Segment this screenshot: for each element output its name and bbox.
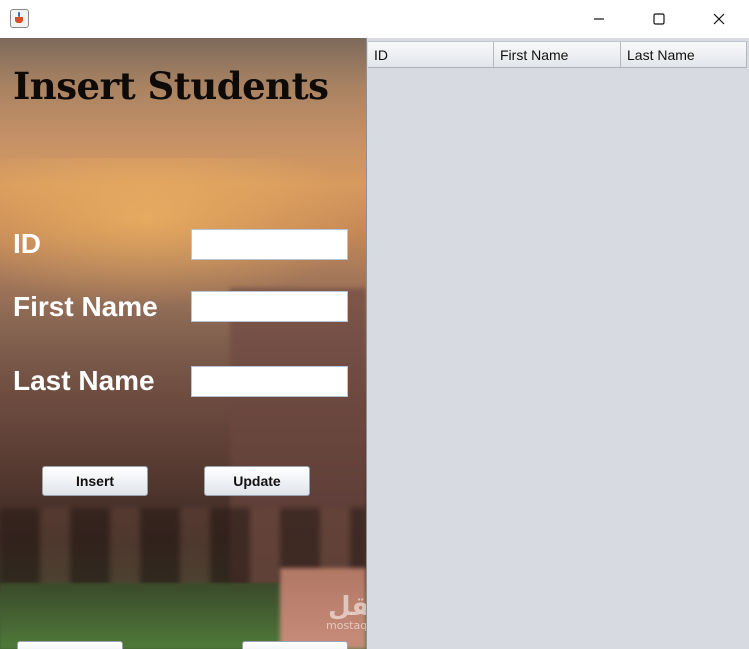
id-label: ID (13, 228, 41, 259)
page-title: Insert Students (13, 64, 329, 108)
minimize-button[interactable] (576, 0, 622, 38)
table-body[interactable] (368, 68, 747, 649)
partially-visible-button[interactable] (242, 641, 348, 649)
last-name-label: Last Name (13, 365, 155, 396)
table-header: ID First Name Last Name (368, 41, 747, 68)
update-button[interactable]: Update (204, 466, 310, 496)
students-table[interactable]: ID First Name Last Name (366, 38, 749, 649)
watermark-logo: مستقل mostaql.com (326, 592, 366, 632)
column-header-last-name[interactable]: Last Name (621, 42, 747, 67)
last-name-input[interactable] (191, 366, 348, 397)
close-icon (713, 13, 725, 25)
window-title-bar[interactable] (0, 0, 749, 39)
column-header-first-name[interactable]: First Name (494, 42, 621, 67)
form-panel: Insert Students ID First Name Last Name … (0, 38, 366, 649)
first-name-label: First Name (13, 291, 158, 322)
column-header-id[interactable]: ID (368, 42, 494, 67)
watermark-arabic-text: مستقل (328, 592, 366, 622)
maximize-icon (653, 13, 665, 25)
watermark-latin-text: mostaql.com (326, 619, 366, 632)
first-name-input[interactable] (191, 291, 348, 322)
partially-visible-button[interactable] (17, 641, 123, 649)
insert-button[interactable]: Insert (42, 466, 148, 496)
minimize-icon (594, 18, 604, 20)
id-input[interactable] (191, 229, 348, 260)
close-button[interactable] (696, 0, 742, 38)
maximize-button[interactable] (636, 0, 682, 38)
java-cup-icon[interactable] (10, 9, 29, 28)
